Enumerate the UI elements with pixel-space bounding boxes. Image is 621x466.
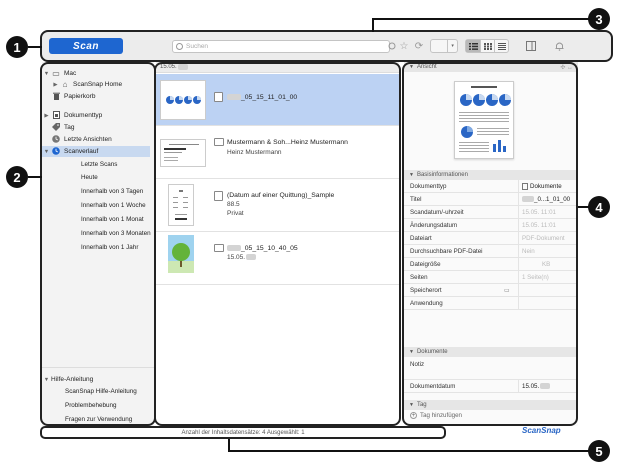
- callout-1: 1: [6, 36, 28, 58]
- callout-4: 4: [588, 196, 610, 218]
- panel-frame: [402, 62, 578, 426]
- scansnap-logo: ScanSnap: [522, 426, 561, 435]
- callout-2: 2: [6, 166, 28, 188]
- status-frame: [40, 426, 446, 439]
- toolbar-frame: [40, 30, 613, 62]
- callout-5: 5: [588, 440, 610, 462]
- list-frame: [154, 62, 401, 426]
- callout-3: 3: [588, 8, 610, 30]
- sidebar-frame: [40, 62, 156, 426]
